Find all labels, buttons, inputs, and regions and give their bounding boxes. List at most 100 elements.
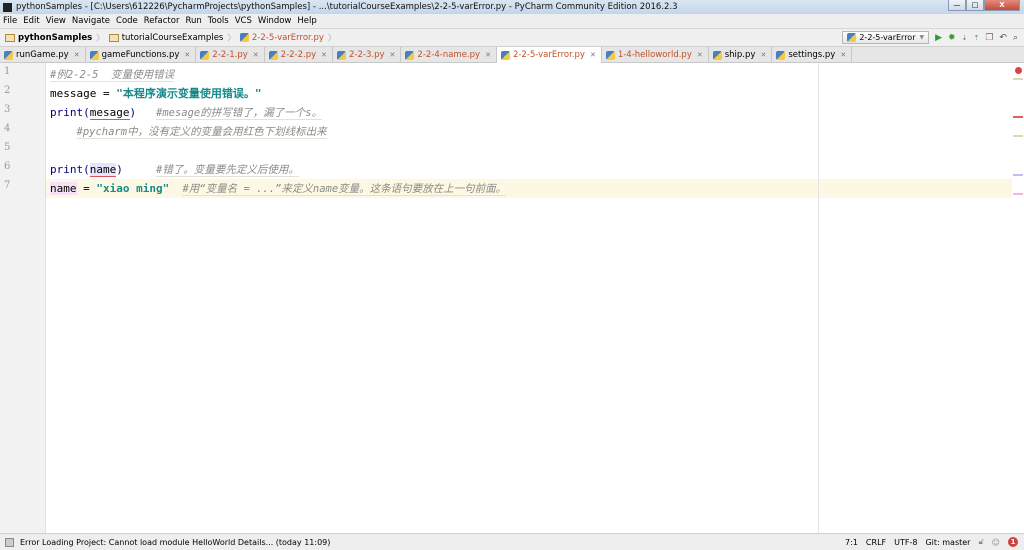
folder-icon — [5, 33, 15, 42]
tab-settings[interactable]: settings.py ✕ — [772, 47, 853, 63]
tab-2-2-2[interactable]: 2-2-2.py ✕ — [265, 47, 334, 63]
tab-runGame[interactable]: runGame.py ✕ — [0, 47, 86, 63]
line-number: 4 — [4, 123, 11, 134]
lock-icon[interactable]: 🔓︎ — [978, 537, 983, 547]
tab-2-2-1[interactable]: 2-2-1.py ✕ — [196, 47, 265, 63]
editor-tabs: runGame.py ✕ gameFunctions.py ✕ 2-2-1.py ✕ … — [0, 47, 1024, 63]
stripe-mark[interactable] — [1013, 135, 1023, 137]
stripe-mark[interactable] — [1013, 78, 1023, 80]
python-file-icon — [776, 50, 786, 60]
code-line-4: #pycharm中，没有定义的变量会用红色下划线标出来 — [76, 126, 327, 139]
tab-gameFunctions[interactable]: gameFunctions.py ✕ — [86, 47, 197, 63]
tab-2-2-5-varError[interactable]: 2-2-5-varError.py ✕ — [496, 47, 602, 63]
menu-run[interactable]: Run — [185, 16, 201, 26]
close-tab-icon[interactable]: ✕ — [74, 51, 80, 59]
title-bar: pythonSamples - [C:\Users\612226\Pycharm… — [0, 0, 1024, 14]
stripe-mark[interactable] — [1013, 174, 1023, 176]
run-icon[interactable]: ▶ — [935, 33, 942, 43]
line-number-gutter: 1 2 3 4 5 6 7 — [0, 63, 46, 533]
menu-view[interactable]: View — [46, 16, 66, 26]
breadcrumb-file[interactable]: 2-2-5-varError.py 〉 — [239, 32, 336, 44]
code-line-1: #例2-2-5 变量使用错误 — [50, 69, 175, 82]
close-tab-icon[interactable]: ✕ — [840, 51, 846, 59]
vcs-commit-icon[interactable]: ⇡ — [973, 34, 979, 42]
menu-bar: File Edit View Navigate Code Refactor Ru… — [0, 14, 1024, 29]
stripe-mark[interactable] — [1013, 116, 1023, 118]
code-line-7: name = "xiao ming" #用“变量名 = ...”来定义name变… — [50, 182, 507, 196]
menu-file[interactable]: File — [3, 16, 17, 26]
menu-window[interactable]: Window — [258, 16, 292, 26]
maximize-button[interactable]: □ — [966, 0, 984, 11]
tab-ship[interactable]: ship.py ✕ — [709, 47, 773, 63]
search-icon[interactable]: ⌕ — [1013, 33, 1018, 43]
unresolved-reference: mesage — [89, 106, 130, 120]
close-tab-icon[interactable]: ✕ — [184, 51, 190, 59]
line-separator[interactable]: CRLF — [866, 538, 886, 547]
vcs-update-icon[interactable]: ⇣ — [962, 34, 968, 42]
python-file-icon — [337, 50, 347, 60]
python-file-icon — [239, 33, 249, 42]
menu-help[interactable]: Help — [297, 16, 316, 26]
python-icon — [847, 33, 857, 42]
code-line-6: print(name) #错了。变量要先定义后使用。 — [50, 163, 299, 177]
status-message[interactable]: Error Loading Project: Cannot load modul… — [20, 538, 330, 547]
chevron-down-icon: ▼ — [919, 34, 925, 41]
stripe-mark[interactable] — [1013, 193, 1023, 195]
menu-vcs[interactable]: VCS — [235, 16, 252, 26]
cursor-position[interactable]: 7:1 — [845, 538, 858, 547]
minimize-button[interactable]: — — [948, 0, 966, 11]
right-margin-guide — [818, 63, 819, 533]
debug-icon[interactable]: ✹ — [948, 33, 956, 43]
menu-navigate[interactable]: Navigate — [72, 16, 110, 26]
line-number: 6 — [4, 161, 11, 172]
close-button[interactable]: X — [984, 0, 1020, 11]
python-file-icon — [4, 50, 13, 60]
menu-code[interactable]: Code — [116, 16, 138, 26]
close-tab-icon[interactable]: ✕ — [697, 51, 703, 59]
navigation-bar: pythonSamples 〉 tutorialCourseExamples 〉 2… — [0, 29, 1024, 47]
python-file-icon — [200, 50, 210, 60]
error-stripe[interactable] — [1012, 63, 1024, 533]
menu-refactor[interactable]: Refactor — [144, 16, 180, 26]
tool-windows-icon[interactable] — [5, 537, 14, 547]
line-number: 3 — [4, 104, 11, 115]
code-editor[interactable]: 1 2 3 4 5 6 7 #例2-2-5 变量使用错误 message = "… — [0, 63, 1024, 533]
tab-1-4-helloworld[interactable]: 1-4-helloworld.py ✕ — [602, 47, 709, 63]
revert-icon[interactable]: ↶ — [999, 33, 1007, 43]
folder-icon — [108, 33, 119, 42]
close-tab-icon[interactable]: ✕ — [485, 51, 491, 59]
menu-tools[interactable]: Tools — [208, 16, 229, 26]
python-file-icon — [405, 50, 415, 60]
tab-2-2-4-name[interactable]: 2-2-4-name.py ✕ — [401, 47, 497, 63]
error-count-badge[interactable]: 1 — [1008, 537, 1018, 547]
close-tab-icon[interactable]: ✕ — [590, 51, 596, 59]
file-encoding[interactable]: UTF-8 — [894, 538, 917, 547]
unresolved-reference: name — [89, 163, 117, 177]
python-file-icon — [89, 50, 99, 60]
error-indicator-icon[interactable] — [1015, 67, 1022, 74]
line-number: 1 — [4, 66, 11, 77]
python-file-icon — [605, 50, 615, 60]
menu-edit[interactable]: Edit — [23, 16, 39, 26]
tab-2-2-3[interactable]: 2-2-3.py ✕ — [333, 47, 402, 63]
inspector-icon[interactable]: ☺ — [992, 538, 1000, 547]
breadcrumb-project[interactable]: pythonSamples 〉 — [5, 32, 105, 44]
run-config-dropdown[interactable]: 2-2-5-varError ▼ — [842, 31, 930, 44]
breadcrumb-folder[interactable]: tutorialCourseExamples 〉 — [108, 32, 236, 44]
git-branch[interactable]: Git: master — [925, 538, 970, 547]
pycharm-app-icon — [3, 2, 12, 12]
close-tab-icon[interactable]: ✕ — [760, 51, 766, 59]
code-line-3: print(mesage) #mesage的拼写错了，漏了一个s。 — [50, 106, 323, 120]
close-tab-icon[interactable]: ✕ — [390, 51, 396, 59]
python-file-icon — [500, 50, 510, 60]
line-number: 2 — [4, 85, 11, 96]
compare-icon[interactable]: ❐ — [985, 33, 993, 43]
python-file-icon — [268, 50, 278, 60]
close-tab-icon[interactable]: ✕ — [253, 51, 259, 59]
line-number: 7 — [4, 180, 11, 191]
window-title: pythonSamples - [C:\Users\612226\Pycharm… — [16, 2, 678, 12]
status-bar: Error Loading Project: Cannot load modul… — [0, 533, 1024, 550]
close-tab-icon[interactable]: ✕ — [321, 51, 327, 59]
code-line-2: message = "本程序演示变量使用错误。" — [50, 87, 262, 100]
line-number: 5 — [4, 142, 11, 153]
